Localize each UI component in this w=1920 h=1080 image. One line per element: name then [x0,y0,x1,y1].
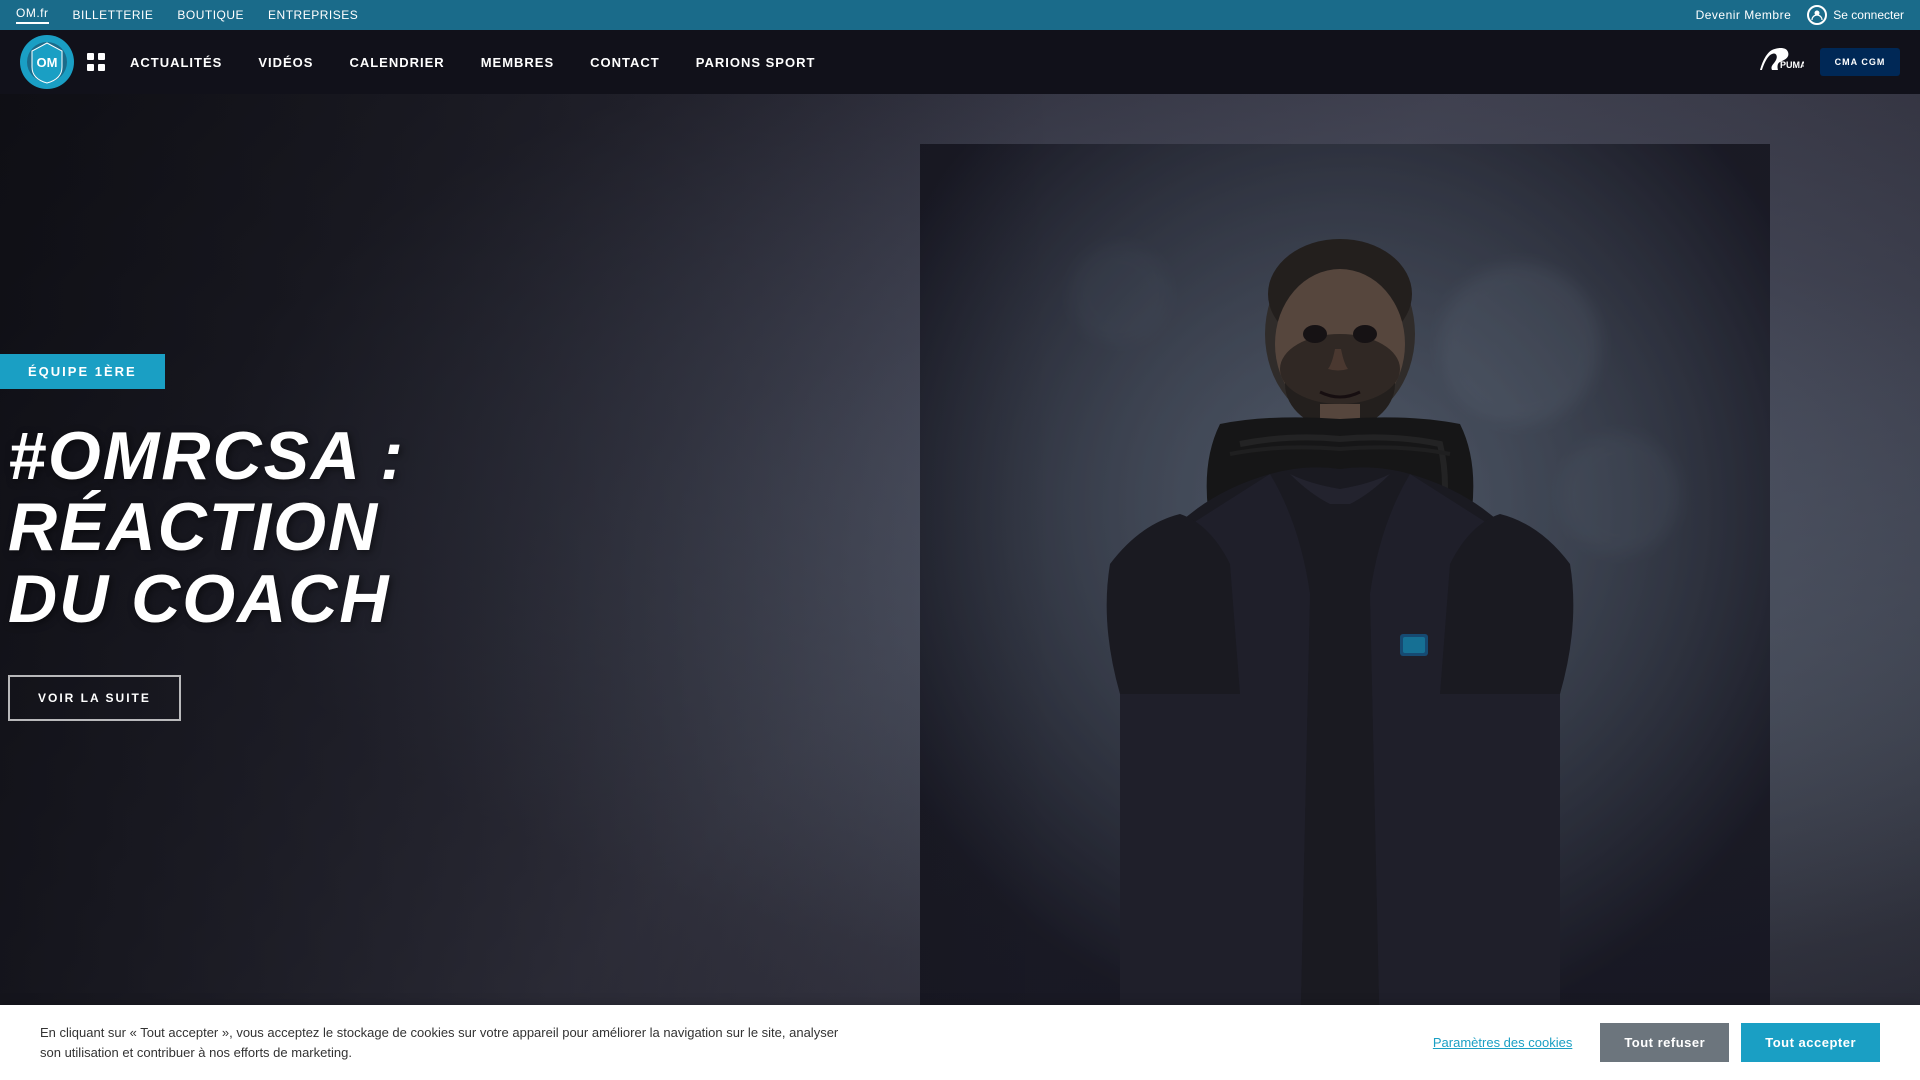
cma-cgm-logo: CMA CGM [1820,48,1900,76]
om-logo[interactable]: OM [20,35,74,89]
cookie-accept-button[interactable]: Tout accepter [1741,1023,1880,1062]
top-link-billetterie[interactable]: BILLETTERIE [73,8,154,22]
cookie-text: En cliquant sur « Tout accepter », vous … [40,1023,860,1062]
nav-link-membres[interactable]: MEMBRES [481,55,554,70]
user-icon [1807,5,1827,25]
hero-title: #OMRCSA : RÉACTION DU COACH [0,421,620,635]
nav-link-contact[interactable]: CONTACT [590,55,660,70]
nav-link-videos[interactable]: VIDÉOS [258,55,313,70]
grid-icon[interactable] [86,52,106,72]
top-link-entreprises[interactable]: ENTREPRISES [268,8,358,22]
nav-link-actualites[interactable]: ACTUALITÉS [130,55,222,70]
top-bar-right: Devenir Membre Se connecter [1696,5,1904,25]
main-nav: OM ACTUALITÉS VIDÉOS CALENDRIER MEMBRES … [0,30,1920,94]
cookie-params-button[interactable]: Paramètres des cookies [1417,1025,1588,1060]
nav-link-parions-sport[interactable]: PARIONS SPORT [696,55,816,70]
nav-links: ACTUALITÉS VIDÉOS CALENDRIER MEMBRES CON… [130,55,1754,70]
nav-sponsors: PUMA CMA CGM [1754,48,1900,76]
nav-link-calendrier[interactable]: CALENDRIER [349,55,444,70]
se-connecter-button[interactable]: Se connecter [1807,5,1904,25]
hero-title-line3: DU COACH [8,561,390,637]
cookie-refuse-button[interactable]: Tout refuser [1600,1023,1729,1062]
top-bar-left: OM.fr BILLETTERIE BOUTIQUE ENTREPRISES [16,6,358,24]
hero-content: ÉQUIPE 1ÈRE #OMRCSA : RÉACTION DU COACH … [0,354,620,721]
connect-label: Se connecter [1833,8,1904,22]
top-bar: OM.fr BILLETTERIE BOUTIQUE ENTREPRISES D… [0,0,1920,30]
puma-logo: PUMA [1754,48,1804,76]
devenir-membre-link[interactable]: Devenir Membre [1696,8,1792,22]
hero-section: ÉQUIPE 1ÈRE #OMRCSA : RÉACTION DU COACH … [0,94,1920,1080]
cookie-buttons: Paramètres des cookies Tout refuser Tout… [1417,1023,1880,1062]
hero-title-line2: RÉACTION [8,489,379,565]
svg-text:PUMA: PUMA [1780,60,1804,70]
category-tag: ÉQUIPE 1ÈRE [0,354,165,389]
voir-suite-button[interactable]: VOIR LA SUITE [8,675,181,721]
cookie-bar: En cliquant sur « Tout accepter », vous … [0,1005,1920,1080]
top-link-boutique[interactable]: BOUTIQUE [177,8,244,22]
hero-title-line1: #OMRCSA : [8,418,405,494]
svg-text:OM: OM [37,55,58,70]
top-link-om-fr[interactable]: OM.fr [16,6,49,24]
